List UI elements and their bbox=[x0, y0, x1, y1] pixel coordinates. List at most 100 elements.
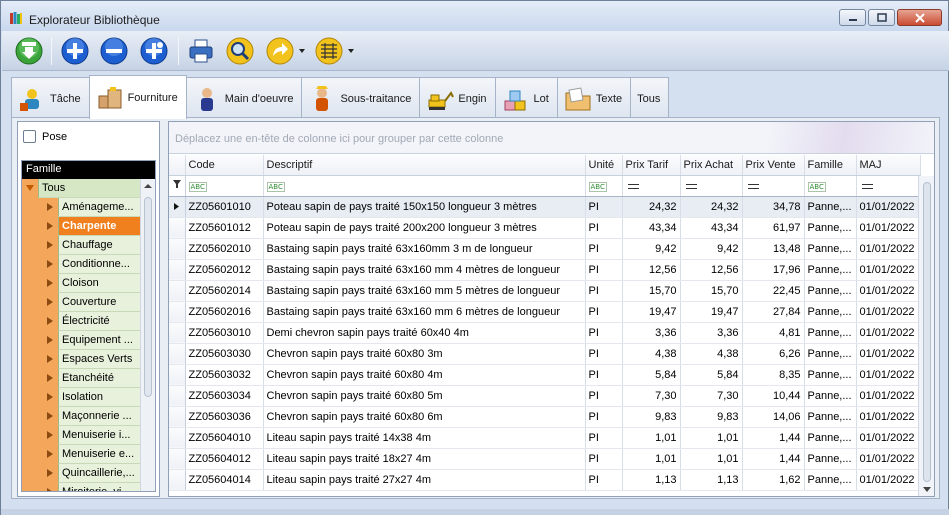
tree-item[interactable]: Chauffage bbox=[22, 236, 155, 255]
cell-maj[interactable]: 01/01/2022 bbox=[856, 217, 921, 239]
column-header-unit-[interactable]: Unité bbox=[585, 155, 623, 176]
tree-item[interactable]: Cloison bbox=[22, 274, 155, 293]
cell-prix-vente[interactable]: 13,48 bbox=[742, 238, 805, 260]
column-header-descriptif[interactable]: Descriptif bbox=[263, 155, 586, 176]
add-plus-icon[interactable] bbox=[60, 36, 90, 66]
cell-prix-vente[interactable]: 8,35 bbox=[742, 364, 805, 386]
cell-maj[interactable]: 01/01/2022 bbox=[856, 280, 921, 302]
cell-descriptif[interactable]: Chevron sapin pays traité 60x80 3m bbox=[263, 343, 586, 365]
cell-code[interactable]: ZZ05601012 bbox=[185, 217, 264, 239]
cell-maj[interactable]: 01/01/2022 bbox=[856, 343, 921, 365]
tree-item[interactable]: Miroiterie, vi... bbox=[22, 483, 155, 491]
table-row[interactable]: ZZ05603036 Chevron sapin pays traité 60x8… bbox=[169, 406, 921, 428]
remove-minus-icon[interactable] bbox=[99, 36, 129, 66]
cell-unit-[interactable]: PI bbox=[585, 301, 623, 323]
tree-item[interactable]: Couverture bbox=[22, 293, 155, 312]
tree-item[interactable]: Isolation bbox=[22, 388, 155, 407]
family-tree-header[interactable]: Famille bbox=[22, 161, 155, 179]
tree-root-item[interactable]: Tous bbox=[22, 179, 155, 198]
collapsed-chevron-icon[interactable] bbox=[47, 260, 53, 268]
cell-code[interactable]: ZZ05603036 bbox=[185, 406, 264, 428]
cell-prix-vente[interactable]: 27,84 bbox=[742, 301, 805, 323]
collapsed-chevron-icon[interactable] bbox=[47, 355, 53, 363]
cell-code[interactable]: ZZ05604012 bbox=[185, 448, 264, 470]
cell-prix-tarif[interactable]: 3,36 bbox=[622, 322, 681, 344]
cell-unit-[interactable]: PI bbox=[585, 364, 623, 386]
cell-prix-achat[interactable]: 1,01 bbox=[680, 427, 743, 449]
cell-maj[interactable]: 01/01/2022 bbox=[856, 301, 921, 323]
cell-famille[interactable]: Panne,... bbox=[804, 448, 857, 470]
collapsed-chevron-icon[interactable] bbox=[47, 317, 53, 325]
cell-prix-vente[interactable]: 61,97 bbox=[742, 217, 805, 239]
collapsed-chevron-icon[interactable] bbox=[47, 336, 53, 344]
tree-item[interactable]: Maçonnerie ... bbox=[22, 407, 155, 426]
minimize-button[interactable] bbox=[839, 9, 866, 26]
cell-famille[interactable]: Panne,... bbox=[804, 385, 857, 407]
cell-prix-achat[interactable]: 5,84 bbox=[680, 364, 743, 386]
column-header-prix-vente[interactable]: Prix Vente bbox=[742, 155, 805, 176]
cell-famille[interactable]: Panne,... bbox=[804, 301, 857, 323]
cell-code[interactable]: ZZ05602012 bbox=[185, 259, 264, 281]
cell-descriptif[interactable]: Bastaing sapin pays traité 63x160 mm 5 m… bbox=[263, 280, 586, 302]
cell-code[interactable]: ZZ05602016 bbox=[185, 301, 264, 323]
cell-prix-vente[interactable]: 17,96 bbox=[742, 259, 805, 281]
tab-lot[interactable]: Lot bbox=[494, 77, 558, 119]
cell-maj[interactable]: 01/01/2022 bbox=[856, 238, 921, 260]
column-header-prix-tarif[interactable]: Prix Tarif bbox=[622, 155, 681, 176]
cell-famille[interactable]: Panne,... bbox=[804, 469, 857, 491]
table-row[interactable]: ZZ05602010 Bastaing sapin pays traité 63x… bbox=[169, 238, 921, 260]
grid-scrollbar[interactable] bbox=[918, 176, 934, 496]
cell-prix-vente[interactable]: 4,81 bbox=[742, 322, 805, 344]
cell-maj[interactable]: 01/01/2022 bbox=[856, 427, 921, 449]
cell-famille[interactable]: Panne,... bbox=[804, 322, 857, 344]
tree-item[interactable]: Aménageme... bbox=[22, 198, 155, 217]
cell-code[interactable]: ZZ05604010 bbox=[185, 427, 264, 449]
tree-item[interactable]: Espaces Verts bbox=[22, 350, 155, 369]
cell-unit-[interactable]: PI bbox=[585, 238, 623, 260]
cell-prix-tarif[interactable]: 1,01 bbox=[622, 427, 681, 449]
pose-checkbox[interactable] bbox=[23, 130, 36, 143]
cell-prix-tarif[interactable]: 1,13 bbox=[622, 469, 681, 491]
cell-code[interactable]: ZZ05603032 bbox=[185, 364, 264, 386]
cell-descriptif[interactable]: Liteau sapin pays traité 18x27 4m bbox=[263, 448, 586, 470]
cell-famille[interactable]: Panne,... bbox=[804, 406, 857, 428]
cell-prix-tarif[interactable]: 7,30 bbox=[622, 385, 681, 407]
family-tree-scrollbar[interactable] bbox=[140, 179, 155, 491]
tree-item[interactable]: Charpente bbox=[22, 217, 155, 236]
scroll-down-icon[interactable] bbox=[923, 487, 931, 492]
cell-prix-vente[interactable]: 1,44 bbox=[742, 427, 805, 449]
maximize-button[interactable] bbox=[868, 9, 895, 26]
collapsed-chevron-icon[interactable] bbox=[47, 374, 53, 382]
cell-prix-tarif[interactable]: 9,83 bbox=[622, 406, 681, 428]
column-header-famille[interactable]: Famille bbox=[804, 155, 857, 176]
tab-main-d-oeuvre[interactable]: Main d'oeuvre bbox=[185, 77, 303, 119]
cell-unit-[interactable]: PI bbox=[585, 343, 623, 365]
tab-t-che[interactable]: Tâche bbox=[11, 77, 90, 119]
cell-descriptif[interactable]: Liteau sapin pays traité 27x27 4m bbox=[263, 469, 586, 491]
tab-engin[interactable]: Engin bbox=[419, 77, 496, 119]
add-multiple-plus-icon[interactable] bbox=[139, 36, 169, 66]
cell-descriptif[interactable]: Poteau sapin de pays traité 150x150 long… bbox=[263, 196, 586, 218]
cell-maj[interactable]: 01/01/2022 bbox=[856, 364, 921, 386]
filter-cell[interactable] bbox=[622, 175, 681, 197]
collapsed-chevron-icon[interactable] bbox=[47, 298, 53, 306]
cell-maj[interactable]: 01/01/2022 bbox=[856, 196, 921, 218]
cell-famille[interactable]: Panne,... bbox=[804, 217, 857, 239]
cell-prix-tarif[interactable]: 9,42 bbox=[622, 238, 681, 260]
tree-item[interactable]: Menuiserie i... bbox=[22, 426, 155, 445]
collapsed-chevron-icon[interactable] bbox=[47, 203, 53, 211]
cell-prix-achat[interactable]: 12,56 bbox=[680, 259, 743, 281]
cell-unit-[interactable]: PI bbox=[585, 469, 623, 491]
columns-grid-icon[interactable] bbox=[314, 36, 344, 66]
cell-famille[interactable]: Panne,... bbox=[804, 259, 857, 281]
cell-unit-[interactable]: PI bbox=[585, 406, 623, 428]
cell-prix-tarif[interactable]: 19,47 bbox=[622, 301, 681, 323]
collapsed-chevron-icon[interactable] bbox=[47, 222, 53, 230]
cell-prix-vente[interactable]: 10,44 bbox=[742, 385, 805, 407]
cell-prix-achat[interactable]: 19,47 bbox=[680, 301, 743, 323]
cell-prix-achat[interactable]: 7,30 bbox=[680, 385, 743, 407]
cell-descriptif[interactable]: Chevron sapin pays traité 60x80 4m bbox=[263, 364, 586, 386]
cell-code[interactable]: ZZ05601010 bbox=[185, 196, 264, 218]
filter-cell[interactable]: ABC bbox=[804, 175, 857, 197]
cell-prix-tarif[interactable]: 4,38 bbox=[622, 343, 681, 365]
